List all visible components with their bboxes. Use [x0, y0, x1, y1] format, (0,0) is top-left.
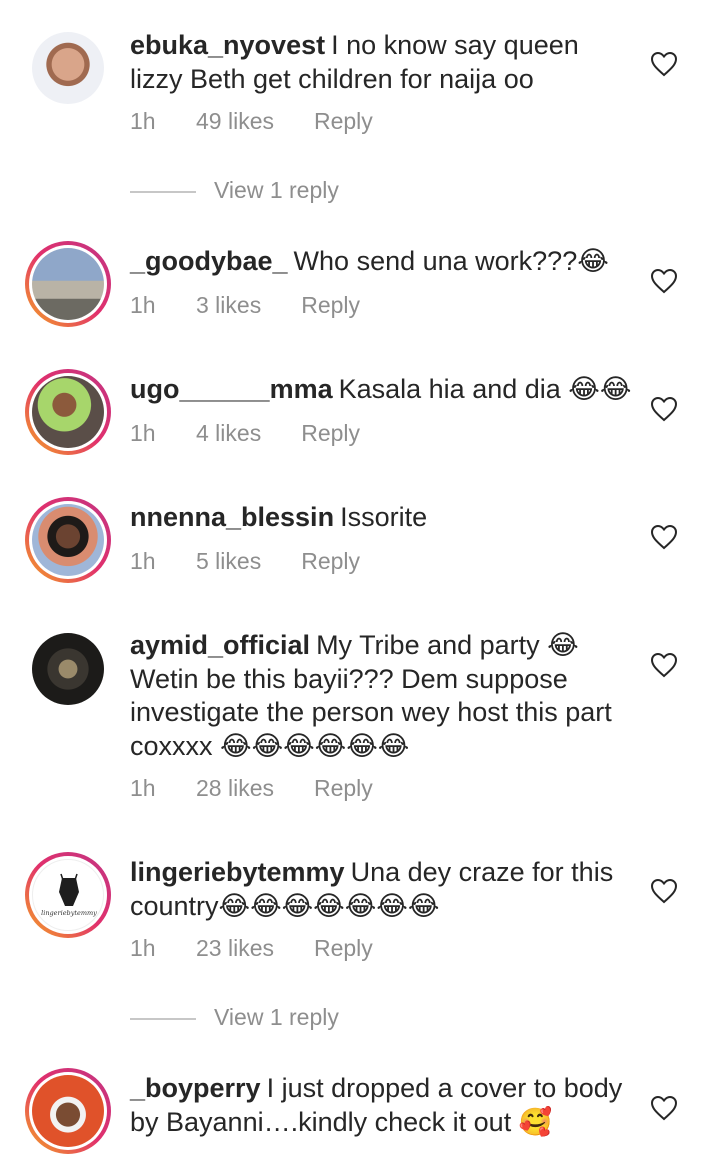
heart-icon[interactable]: [650, 396, 678, 422]
comment-time: 1h: [130, 935, 156, 961]
comment-meta: 1h 49 likes Reply: [130, 108, 373, 135]
likes-count[interactable]: 28 likes: [196, 775, 274, 802]
story-ring[interactable]: [25, 369, 111, 455]
comment-time: 1h: [130, 775, 156, 801]
heart-icon[interactable]: [650, 1095, 678, 1121]
comment-meta: 1h 28 likes Reply: [130, 775, 373, 802]
heart-icon[interactable]: [650, 524, 678, 550]
comment-time: 1h: [130, 108, 156, 134]
avatar: [32, 248, 104, 320]
comment-meta: 1h 4 likes Reply: [130, 420, 360, 447]
comment-time: 1h: [130, 420, 156, 446]
avatar: [32, 504, 104, 576]
comment-username[interactable]: _boyperry: [130, 1073, 261, 1103]
likes-count[interactable]: 4 likes: [196, 420, 261, 447]
comment-meta: 1h 3 likes Reply: [130, 292, 360, 319]
heart-icon[interactable]: [650, 652, 678, 678]
brand-logo-icon: lingeriebytemmy: [41, 873, 97, 917]
reply-divider-line: [130, 191, 196, 193]
comment-username[interactable]: ebuka_nyovest: [130, 30, 325, 60]
comment-time: 1h: [130, 292, 156, 318]
story-ring[interactable]: [25, 497, 111, 583]
story-ring[interactable]: [25, 1068, 111, 1154]
comment-username[interactable]: aymid_official: [130, 630, 310, 660]
likes-count[interactable]: 5 likes: [196, 548, 261, 575]
reply-button[interactable]: Reply: [301, 420, 360, 447]
comment-text: Issorite: [340, 502, 428, 532]
view-replies-button[interactable]: View 1 reply: [130, 1004, 339, 1031]
story-ring[interactable]: lingeriebytemmy: [25, 852, 111, 938]
reply-divider-line: [130, 1018, 196, 1020]
comment-username[interactable]: lingeriebytemmy: [130, 857, 345, 887]
likes-count[interactable]: 23 likes: [196, 935, 274, 962]
reply-button[interactable]: Reply: [301, 292, 360, 319]
avatar: [32, 1075, 104, 1147]
view-replies-label: View 1 reply: [214, 1004, 339, 1030]
story-ring[interactable]: [25, 241, 111, 327]
avatar: [32, 376, 104, 448]
comment-time: 1h: [130, 548, 156, 574]
avatar: lingeriebytemmy: [32, 859, 104, 931]
heart-icon[interactable]: [650, 268, 678, 294]
likes-count[interactable]: 3 likes: [196, 292, 261, 319]
heart-icon[interactable]: [650, 878, 678, 904]
view-replies-button[interactable]: View 1 reply: [130, 177, 339, 204]
avatar[interactable]: [32, 32, 104, 104]
comment-text: Kasala hia and dia 😂😂: [338, 374, 632, 404]
comment-username[interactable]: ugo______mma: [130, 374, 333, 404]
heart-icon[interactable]: [650, 51, 678, 77]
comment-meta: 1h 5 likes Reply: [130, 548, 360, 575]
comment-username[interactable]: _goodybae_: [130, 246, 288, 276]
reply-button[interactable]: Reply: [314, 935, 373, 962]
comment-username[interactable]: nnenna_blessin: [130, 502, 334, 532]
view-replies-label: View 1 reply: [214, 177, 339, 203]
reply-button[interactable]: Reply: [314, 775, 373, 802]
reply-button[interactable]: Reply: [314, 108, 373, 135]
likes-count[interactable]: 49 likes: [196, 108, 274, 135]
comment-meta: 1h 23 likes Reply: [130, 935, 373, 962]
comment-text: Who send una work???😂: [293, 246, 609, 276]
reply-button[interactable]: Reply: [301, 548, 360, 575]
brand-logo-text: lingeriebytemmy: [41, 909, 97, 917]
avatar[interactable]: [32, 633, 104, 705]
